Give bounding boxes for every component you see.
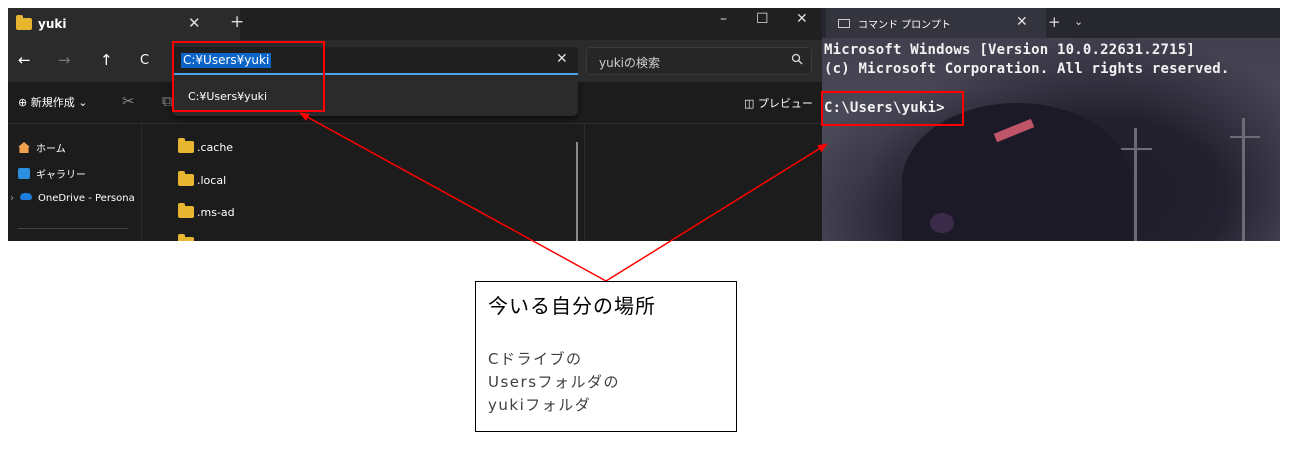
arrow-to-address [299, 112, 607, 282]
callout-line: Usersフォルダの [488, 373, 621, 391]
callout-title: 今いる自分の場所 [488, 294, 656, 318]
arrow-to-prompt [605, 143, 828, 282]
callout-line: yukiフォルダ [488, 396, 592, 414]
callout-line: Cドライブの [488, 350, 583, 368]
annotation-callout: 今いる自分の場所 Cドライブの Usersフォルダの yukiフォルダ [475, 281, 737, 432]
